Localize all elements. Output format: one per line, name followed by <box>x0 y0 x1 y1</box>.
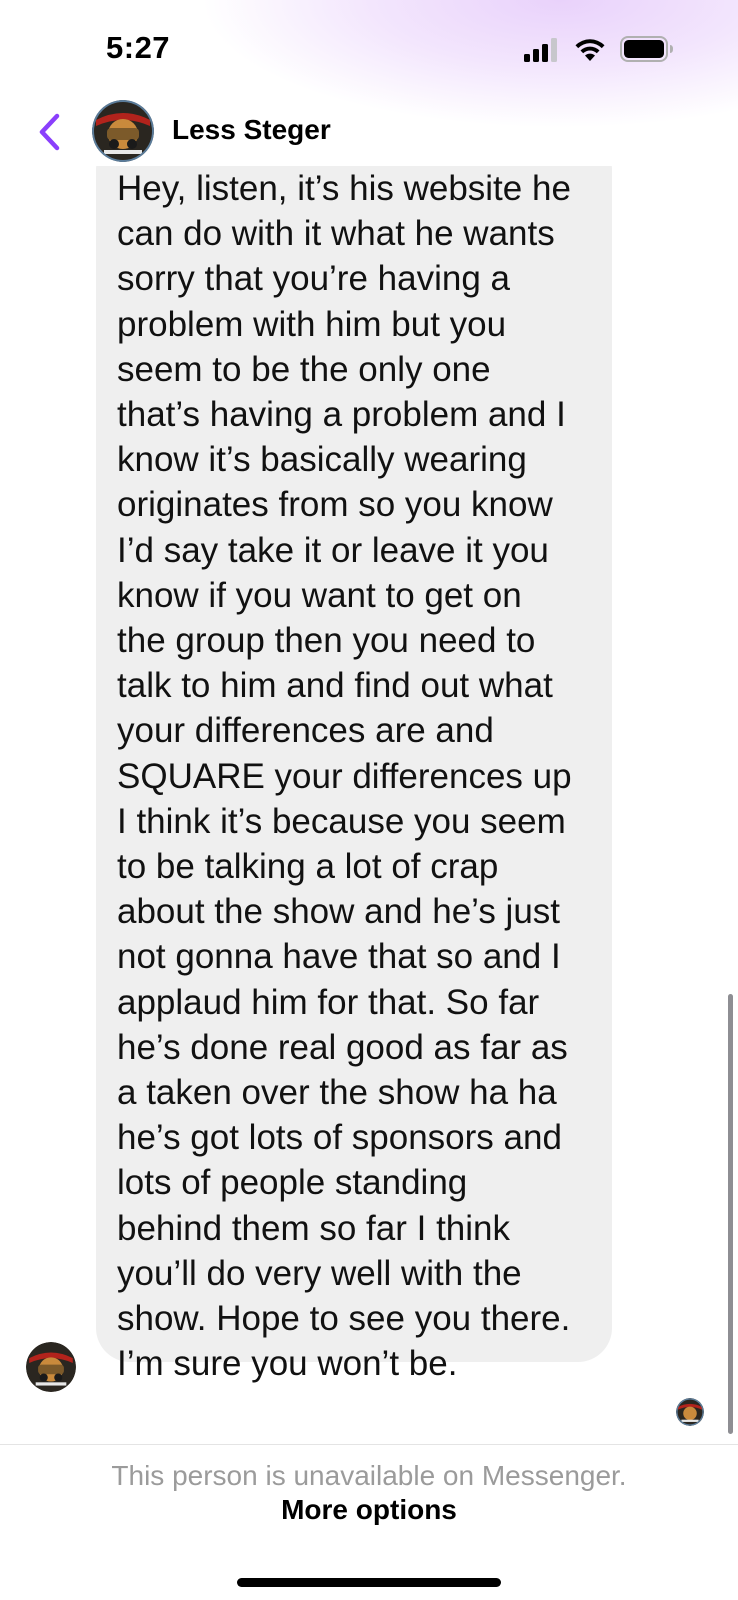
status-time: 5:27 <box>106 30 171 65</box>
signal-icon <box>524 38 562 62</box>
scrollbar[interactable] <box>728 994 733 1434</box>
message-text: Hey, listen, it’s his website he can do … <box>117 169 572 1384</box>
contact-avatar[interactable] <box>92 100 154 162</box>
read-receipt-avatar <box>676 1398 704 1426</box>
message-thread: Hey, listen, it’s his website he can do … <box>0 166 738 1444</box>
messenger-screen: 5:27 Less Steger Hey, listen, it’s his w… <box>0 0 738 1600</box>
conversation-header: Less Steger <box>0 96 738 166</box>
sender-avatar[interactable] <box>26 1342 76 1392</box>
battery-icon <box>620 36 674 62</box>
status-bar: 5:27 <box>0 0 738 100</box>
wifi-icon <box>574 36 606 62</box>
footer-divider <box>0 1444 738 1445</box>
home-indicator[interactable] <box>237 1578 501 1587</box>
chevron-left-icon[interactable] <box>36 112 62 152</box>
contact-name[interactable]: Less Steger <box>172 114 331 146</box>
more-options-link[interactable]: More options <box>0 1494 738 1526</box>
unavailable-notice: This person is unavailable on Messenger. <box>111 1460 627 1491</box>
